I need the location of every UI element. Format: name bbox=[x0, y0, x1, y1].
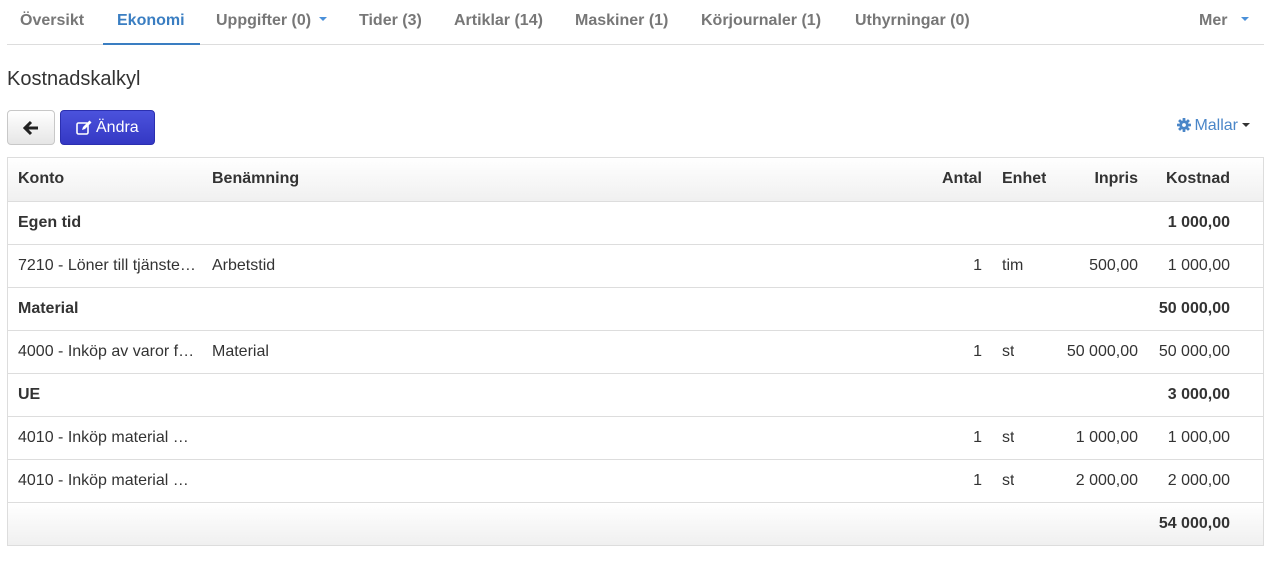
cell-inpris: 2 000,00 bbox=[1075, 472, 1138, 489]
tab-artiklar[interactable]: Artiklar (14) bbox=[454, 0, 543, 45]
tab-ekonomi[interactable]: Ekonomi bbox=[103, 0, 200, 45]
cell-kostnad: 1 000,00 bbox=[1167, 429, 1230, 446]
cell-kostnad: 2 000,00 bbox=[1167, 472, 1230, 489]
column-header-konto: Konto bbox=[18, 170, 65, 187]
group-name: Material bbox=[18, 300, 79, 317]
cell-antal: 1 bbox=[973, 343, 982, 360]
table-group-row: Egen tid 1 000,00 bbox=[8, 201, 1263, 244]
cell-benamning: Material bbox=[212, 343, 269, 360]
column-header-antal: Antal bbox=[942, 170, 982, 187]
nav-tabs: Översikt Ekonomi Uppgifter (0) Tider (3)… bbox=[7, 0, 1264, 45]
group-total: 3 000,00 bbox=[1167, 386, 1230, 403]
table-footer: 54 000,00 bbox=[8, 502, 1263, 545]
back-button[interactable] bbox=[7, 110, 55, 145]
tab-tider[interactable]: Tider (3) bbox=[359, 0, 422, 45]
column-header-enhet: Enhet bbox=[1002, 170, 1047, 187]
templates-dropdown[interactable]: Mallar bbox=[1177, 117, 1250, 137]
cell-enhet: st bbox=[1002, 472, 1015, 489]
cell-antal: 1 bbox=[973, 472, 982, 489]
cell-antal: 1 bbox=[973, 257, 982, 274]
group-name: UE bbox=[18, 386, 41, 403]
grand-total: 54 000,00 bbox=[1158, 515, 1230, 532]
tab-uppgifter[interactable]: Uppgifter (0) bbox=[216, 0, 328, 45]
edit-button-label: Ändra bbox=[96, 119, 139, 136]
cell-konto: 4010 - Inköp material och varor bbox=[18, 429, 196, 446]
cell-antal: 1 bbox=[973, 429, 982, 446]
column-header-inpris: Inpris bbox=[1094, 170, 1138, 187]
table-group-row: UE 3 000,00 bbox=[8, 373, 1263, 416]
group-name: Egen tid bbox=[18, 214, 82, 231]
cell-kostnad: 1 000,00 bbox=[1167, 257, 1230, 274]
cell-konto: 4010 - Inköp material och varor bbox=[18, 472, 196, 489]
column-header-kostnad: Kostnad bbox=[1166, 170, 1230, 187]
tab-more[interactable]: Mer bbox=[1199, 0, 1250, 45]
tab-more-label: Mer bbox=[1199, 12, 1228, 29]
edit-icon bbox=[76, 120, 92, 135]
cell-inpris: 500,00 bbox=[1089, 257, 1138, 274]
templates-label: Mallar bbox=[1194, 117, 1238, 134]
table-group-row: Material 50 000,00 bbox=[8, 287, 1263, 330]
group-total: 50 000,00 bbox=[1158, 300, 1230, 317]
gear-icon bbox=[1177, 118, 1192, 132]
cell-enhet: st bbox=[1002, 429, 1015, 446]
page-title: Kostnadskalkyl bbox=[7, 68, 141, 90]
table-row[interactable]: 4010 - Inköp material och varor 1 st 1 0… bbox=[8, 416, 1263, 459]
tab-oversikt[interactable]: Översikt bbox=[20, 0, 84, 45]
cell-kostnad: 50 000,00 bbox=[1158, 343, 1230, 360]
chevron-down-icon bbox=[319, 16, 328, 21]
table-header: Konto Benämning Antal Enhet Inpris Kostn… bbox=[8, 158, 1263, 201]
tab-maskiner[interactable]: Maskiner (1) bbox=[575, 0, 668, 45]
tab-uppgifter-label: Uppgifter (0) bbox=[216, 12, 312, 29]
cell-inpris: 50 000,00 bbox=[1066, 343, 1138, 360]
table-row[interactable]: 4000 - Inköp av varor från Sverige Mater… bbox=[8, 330, 1263, 373]
cell-konto: 7210 - Löner till tjänstemän bbox=[18, 257, 196, 274]
chevron-down-icon bbox=[1242, 122, 1250, 127]
tab-uthyrningar[interactable]: Uthyrningar (0) bbox=[855, 0, 970, 45]
table-row[interactable]: 4010 - Inköp material och varor 1 st 2 0… bbox=[8, 459, 1263, 502]
arrow-left-icon bbox=[23, 120, 38, 136]
edit-button[interactable]: Ändra bbox=[60, 110, 155, 145]
cell-inpris: 1 000,00 bbox=[1075, 429, 1138, 446]
cost-table: Konto Benämning Antal Enhet Inpris Kostn… bbox=[7, 157, 1264, 546]
chevron-down-icon bbox=[1241, 16, 1250, 21]
column-header-benamning: Benämning bbox=[212, 170, 300, 187]
table-row[interactable]: 7210 - Löner till tjänstemän Arbetstid 1… bbox=[8, 244, 1263, 287]
group-total: 1 000,00 bbox=[1167, 214, 1230, 231]
cell-enhet: tim bbox=[1002, 257, 1024, 274]
cell-enhet: st bbox=[1002, 343, 1015, 360]
cell-benamning: Arbetstid bbox=[212, 257, 276, 274]
cell-konto: 4000 - Inköp av varor från Sverige bbox=[18, 343, 196, 360]
tab-korjournaler[interactable]: Körjournaler (1) bbox=[701, 0, 821, 45]
